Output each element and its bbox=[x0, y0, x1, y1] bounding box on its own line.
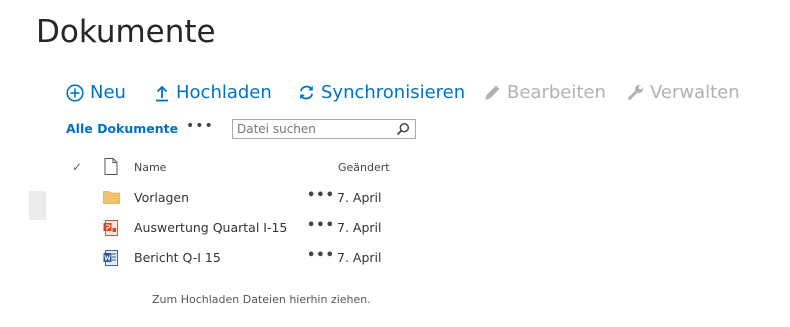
document-type-icon bbox=[104, 158, 118, 175]
folder-icon bbox=[103, 191, 120, 204]
plus-circle-icon bbox=[66, 83, 84, 102]
new-button-label: Neu bbox=[90, 82, 126, 103]
page-title: Dokumente bbox=[36, 14, 216, 50]
sync-button-label: Synchronisieren bbox=[321, 82, 466, 103]
view-all-documents[interactable]: Alle Dokumente bbox=[66, 121, 178, 136]
edit-button-label: Bearbeiten bbox=[507, 82, 606, 103]
list-item[interactable]: Bericht Q-I 15 ••• 7. April bbox=[0, 248, 790, 280]
item-menu-button[interactable]: ••• bbox=[307, 188, 335, 203]
search-box bbox=[232, 119, 416, 139]
upload-arrow-icon bbox=[156, 85, 168, 101]
new-button[interactable]: Neu bbox=[66, 82, 126, 103]
drop-zone-hint: Zum Hochladen Dateien hierhin ziehen. bbox=[152, 293, 371, 306]
item-menu-button[interactable]: ••• bbox=[307, 248, 335, 263]
item-name[interactable]: Auswertung Quartal I-15 bbox=[134, 220, 287, 235]
upload-button-label: Hochladen bbox=[176, 82, 272, 103]
column-header-name[interactable]: Name bbox=[134, 161, 166, 174]
view-more-button[interactable]: ••• bbox=[186, 118, 214, 134]
column-header-modified[interactable]: Geändert bbox=[338, 161, 390, 174]
item-name[interactable]: Vorlagen bbox=[134, 190, 189, 205]
item-name[interactable]: Bericht Q-I 15 bbox=[134, 250, 221, 265]
search-icon[interactable] bbox=[396, 122, 410, 136]
list-item[interactable]: Auswertung Quartal I-15 ••• 7. April bbox=[0, 218, 790, 250]
manage-button-label: Verwalten bbox=[650, 82, 740, 103]
item-menu-button[interactable]: ••• bbox=[307, 218, 335, 233]
upload-button[interactable]: Hochladen bbox=[154, 82, 272, 103]
edit-button[interactable]: Bearbeiten bbox=[484, 82, 606, 103]
item-date: 7. April bbox=[337, 190, 382, 205]
item-date: 7. April bbox=[337, 250, 382, 265]
sync-icon bbox=[299, 85, 314, 100]
list-item[interactable]: Vorlagen ••• 7. April bbox=[0, 188, 790, 220]
powerpoint-file-icon bbox=[103, 220, 118, 236]
item-date: 7. April bbox=[337, 220, 382, 235]
wrench-icon bbox=[628, 85, 643, 100]
select-all-checkmark[interactable]: ✓ bbox=[72, 160, 82, 174]
sync-button[interactable]: Synchronisieren bbox=[298, 82, 465, 103]
search-input[interactable] bbox=[237, 121, 387, 137]
manage-button[interactable]: Verwalten bbox=[627, 82, 740, 103]
pencil-icon bbox=[485, 85, 500, 100]
word-file-icon bbox=[103, 250, 118, 266]
